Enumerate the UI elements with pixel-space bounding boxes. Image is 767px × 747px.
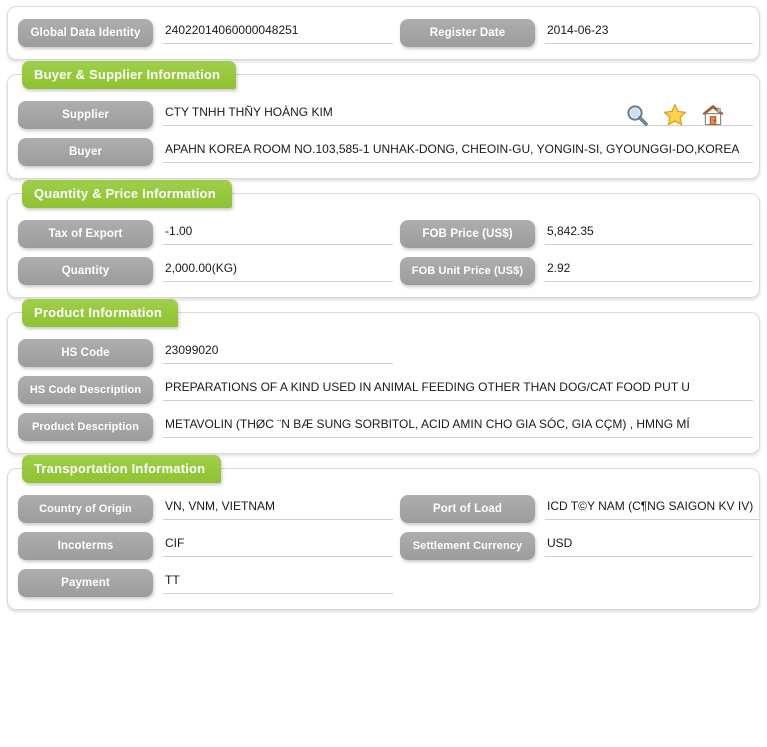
label-supplier: Supplier — [18, 101, 153, 129]
field-hs-code-description: HS Code Description PREPARATIONS OF A KI… — [18, 376, 753, 404]
value-wrap-settlement-currency: USD — [545, 532, 753, 557]
field-fob-price: FOB Price (US$) 5,842.35 — [400, 220, 753, 248]
label-settlement-currency: Settlement Currency — [400, 532, 535, 560]
value-country-of-origin[interactable]: VN, VNM, VIETNAM — [163, 497, 393, 520]
label-fob-price: FOB Price (US$) — [400, 220, 535, 248]
value-product-description[interactable]: METAVOLIN (THØC ¨N BÆ SUNG SORBITOL, ACI… — [163, 415, 753, 438]
transportation-information-card-body: Country of Origin VN, VNM, VIETNAM Port … — [8, 469, 760, 609]
value-wrap-fob-unit-price: 2.92 — [545, 257, 753, 282]
field-tax-of-export: Tax of Export -1.00 — [18, 220, 400, 248]
label-fob-unit-price: FOB Unit Price (US$) — [400, 257, 535, 285]
label-hs-code-description: HS Code Description — [18, 376, 153, 404]
field-product-description: Product Description METAVOLIN (THØC ¨N B… — [18, 413, 753, 441]
value-wrap-tax-of-export: -1.00 — [163, 220, 400, 245]
incoterms-currency-row: Incoterms CIF Settlement Currency USD — [18, 532, 753, 560]
field-port-of-load: Port of Load ICD T©Y NAM (C¶NG SAIGON KV… — [400, 495, 760, 523]
label-hs-code: HS Code — [18, 339, 153, 367]
hs-code-description-row: HS Code Description PREPARATIONS OF A KI… — [18, 376, 753, 404]
buyer-supplier-card: Buyer & Supplier Information Supplier CT… — [7, 61, 760, 179]
supplier-row: Supplier CTY TNHH THÑY HOÀNG KIM — [18, 101, 753, 129]
value-hs-code[interactable]: 23099020 — [163, 341, 393, 364]
section-title-transportation: Transportation Information — [22, 455, 222, 483]
field-buyer: Buyer APAHN KOREA ROOM NO.103,585-1 UNHA… — [18, 138, 753, 166]
value-fob-unit-price[interactable]: 2.92 — [545, 259, 753, 282]
transportation-information-card: Transportation Information Country of Or… — [7, 455, 760, 610]
search-icon[interactable] — [625, 103, 649, 127]
field-fob-unit-price: FOB Unit Price (US$) 2.92 — [400, 257, 753, 285]
value-global-data-identity[interactable]: 24022014060000048251 — [163, 21, 393, 44]
field-quantity: Quantity 2,000.00(KG) — [18, 257, 400, 285]
origin-portload-row: Country of Origin VN, VNM, VIETNAM Port … — [18, 495, 760, 523]
field-payment: Payment TT — [18, 569, 400, 597]
identity-card: Global Data Identity 2402201406000004825… — [7, 6, 760, 60]
value-port-of-load[interactable]: ICD T©Y NAM (C¶NG SAIGON KV IV) — [545, 497, 760, 520]
label-country-of-origin: Country of Origin — [18, 495, 153, 523]
product-information-card-body: HS Code 23099020 HS Code Description PRE… — [8, 313, 759, 453]
value-wrap-country-of-origin: VN, VNM, VIETNAM — [163, 495, 400, 520]
label-global-data-identity: Global Data Identity — [18, 19, 153, 47]
field-hs-code: HS Code 23099020 — [18, 339, 749, 367]
value-settlement-currency[interactable]: USD — [545, 534, 753, 557]
buyer-supplier-card-body: Supplier CTY TNHH THÑY HOÀNG KIM Buyer A… — [8, 75, 759, 178]
value-register-date[interactable]: 2014-06-23 — [545, 21, 753, 44]
quantity-price-card-body: Tax of Export -1.00 FOB Price (US$) 5,84… — [8, 194, 759, 297]
value-wrap-quantity: 2,000.00(KG) — [163, 257, 400, 282]
field-global-data-identity: Global Data Identity 2402201406000004825… — [18, 19, 400, 47]
identity-card-body: Global Data Identity 2402201406000004825… — [8, 7, 759, 59]
value-wrap-product-description: METAVOLIN (THØC ¨N BÆ SUNG SORBITOL, ACI… — [163, 413, 753, 438]
value-wrap-port-of-load: ICD T©Y NAM (C¶NG SAIGON KV IV) — [545, 495, 760, 520]
value-quantity[interactable]: 2,000.00(KG) — [163, 259, 393, 282]
value-wrap-global-data-identity: 24022014060000048251 — [163, 19, 400, 44]
field-country-of-origin: Country of Origin VN, VNM, VIETNAM — [18, 495, 400, 523]
value-wrap-buyer: APAHN KOREA ROOM NO.103,585-1 UNHAK-DONG… — [163, 138, 753, 163]
label-incoterms: Incoterms — [18, 532, 153, 560]
trade-record-page: Global Data Identity 2402201406000004825… — [0, 6, 767, 747]
label-buyer: Buyer — [18, 138, 153, 166]
label-quantity: Quantity — [18, 257, 153, 285]
hs-code-row: HS Code 23099020 — [18, 339, 749, 367]
product-information-card: Product Information HS Code 23099020 HS … — [7, 299, 760, 454]
value-buyer[interactable]: APAHN KOREA ROOM NO.103,585-1 UNHAK-DONG… — [163, 140, 753, 163]
label-register-date: Register Date — [400, 19, 535, 47]
value-wrap-register-date: 2014-06-23 — [545, 19, 753, 44]
value-fob-price[interactable]: 5,842.35 — [545, 222, 753, 245]
quantity-price-card: Quantity & Price Information Tax of Expo… — [7, 180, 760, 298]
star-icon[interactable] — [663, 103, 687, 127]
label-payment: Payment — [18, 569, 153, 597]
quantity-fobunit-row: Quantity 2,000.00(KG) FOB Unit Price (US… — [18, 257, 753, 285]
value-wrap-payment: TT — [163, 569, 400, 594]
value-wrap-incoterms: CIF — [163, 532, 400, 557]
label-port-of-load: Port of Load — [400, 495, 535, 523]
supplier-action-icons — [625, 103, 725, 127]
section-title-quantity-price: Quantity & Price Information — [22, 180, 232, 208]
field-incoterms: Incoterms CIF — [18, 532, 400, 560]
section-title-buyer-supplier: Buyer & Supplier Information — [22, 61, 237, 89]
value-wrap-hs-code-description: PREPARATIONS OF A KIND USED IN ANIMAL FE… — [163, 376, 753, 401]
product-description-row: Product Description METAVOLIN (THØC ¨N B… — [18, 413, 753, 441]
label-product-description: Product Description — [18, 413, 153, 441]
value-wrap-fob-price: 5,842.35 — [545, 220, 753, 245]
label-tax-of-export: Tax of Export — [18, 220, 153, 248]
tax-fob-row: Tax of Export -1.00 FOB Price (US$) 5,84… — [18, 220, 753, 248]
value-tax-of-export[interactable]: -1.00 — [163, 222, 393, 245]
value-hs-code-description[interactable]: PREPARATIONS OF A KIND USED IN ANIMAL FE… — [163, 378, 753, 401]
identity-row: Global Data Identity 2402201406000004825… — [18, 19, 753, 47]
field-register-date: Register Date 2014-06-23 — [400, 19, 753, 47]
buyer-row: Buyer APAHN KOREA ROOM NO.103,585-1 UNHA… — [18, 138, 753, 166]
value-incoterms[interactable]: CIF — [163, 534, 393, 557]
value-payment[interactable]: TT — [163, 571, 393, 594]
value-wrap-hs-code: 23099020 — [163, 339, 749, 364]
field-settlement-currency: Settlement Currency USD — [400, 532, 753, 560]
section-title-product: Product Information — [22, 299, 179, 327]
home-icon[interactable] — [701, 103, 725, 127]
payment-row: Payment TT — [18, 569, 749, 597]
